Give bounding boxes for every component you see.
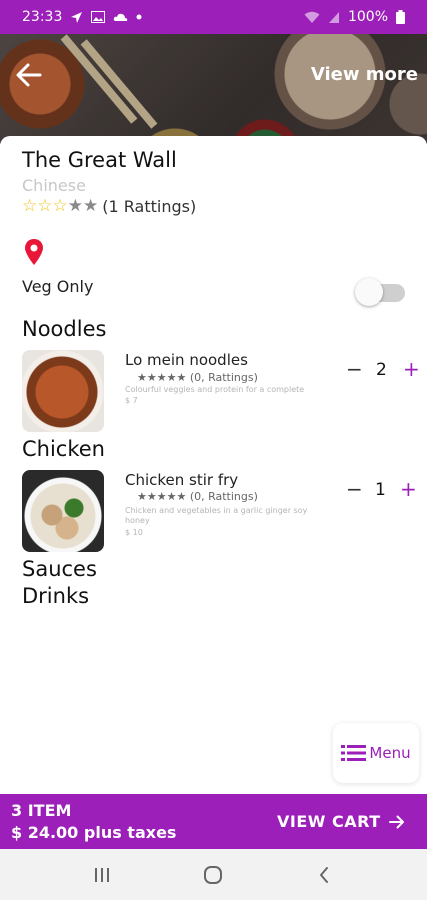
cloud-icon: [114, 13, 128, 21]
quantity-value: 2: [376, 360, 387, 380]
item-stars: ★★★★★: [137, 371, 187, 384]
dot-icon: [136, 14, 142, 20]
star-empty-icon: ★: [67, 196, 83, 216]
increase-quantity-button[interactable]: +: [400, 477, 417, 501]
view-cart-label: VIEW CART: [277, 812, 381, 831]
arrow-right-icon: [388, 815, 404, 828]
item-description: Chicken and vegetables in a garlic ginge…: [125, 506, 308, 525]
list-icon: [341, 745, 367, 761]
arrow-left-icon[interactable]: [14, 60, 44, 90]
battery-icon: [396, 10, 405, 24]
navigation-icon: [71, 11, 83, 23]
star-filled-icon: ☆: [22, 196, 38, 216]
rating-count: (1 Rattings): [102, 197, 197, 216]
item-description: Colourful veggies and protein for a comp…: [125, 385, 305, 394]
star-empty-icon: ★: [83, 196, 99, 216]
restaurant-name: The Great Wall: [22, 148, 177, 172]
restaurant-rating: ☆ ☆ ☆ ★ ★ (1 Rattings): [22, 197, 196, 216]
chevron-left-icon: [320, 867, 328, 883]
section-title-sauces[interactable]: Sauces: [22, 557, 97, 581]
item-name[interactable]: Chicken stir fry: [125, 471, 238, 489]
battery-percent: 100%: [347, 9, 388, 25]
cart-bar[interactable]: 3 ITEM $ 24.00 plus taxes VIEW CART: [0, 794, 427, 849]
wifi-icon: [304, 11, 320, 23]
home-button[interactable]: [193, 861, 233, 889]
item-rating: ★★★★★ (0, Rattings): [137, 490, 258, 503]
lo-mein-noodles-image[interactable]: [22, 350, 104, 432]
back-button[interactable]: [304, 861, 344, 889]
menu-label: Menu: [369, 744, 411, 762]
star-filled-icon: ☆: [37, 196, 53, 216]
item-rating-count: (0, Rattings): [189, 490, 258, 503]
section-title-drinks[interactable]: Drinks: [22, 584, 89, 608]
gallery-icon: [91, 11, 106, 23]
item-stars: ★★★★★: [137, 490, 187, 503]
star-filled-icon: ☆: [52, 196, 68, 216]
veg-only-toggle[interactable]: [355, 276, 407, 308]
increase-quantity-button[interactable]: +: [403, 357, 420, 381]
home-icon: [204, 866, 222, 884]
item-price: $ 10: [125, 528, 143, 537]
view-cart-button[interactable]: VIEW CART: [277, 812, 405, 831]
cart-item-count: 3 ITEM: [11, 801, 72, 820]
system-navigation-bar: [0, 849, 427, 900]
banner-overlay: [0, 34, 427, 144]
location-pin-icon[interactable]: [24, 238, 44, 266]
recent-apps-button[interactable]: [82, 861, 122, 889]
quantity-value: 1: [375, 480, 386, 500]
decrease-quantity-button[interactable]: −: [346, 477, 363, 501]
view-more-link[interactable]: View more: [311, 64, 418, 85]
restaurant-detail-sheet: [0, 136, 427, 794]
item-rating-count: (0, Rattings): [189, 371, 258, 384]
cart-total: $ 24.00 plus taxes: [11, 823, 177, 842]
signal-icon: [328, 11, 339, 23]
chicken-stir-fry-image[interactable]: [22, 470, 104, 552]
veg-only-label: Veg Only: [22, 277, 94, 296]
restaurant-cuisine: Chinese: [22, 176, 86, 195]
status-time: 23:33: [22, 9, 63, 25]
section-title-noodles[interactable]: Noodles: [22, 317, 106, 341]
decrease-quantity-button[interactable]: −: [346, 357, 363, 381]
item-price: $ 7: [125, 396, 138, 405]
restaurant-banner-image: [0, 34, 427, 144]
section-title-chicken[interactable]: Chicken: [22, 437, 105, 461]
menu-button[interactable]: Menu: [333, 723, 419, 783]
status-bar: 23:33 100%: [0, 0, 427, 34]
recent-apps-icon: [95, 868, 109, 882]
item-rating: ★★★★★ (0, Rattings): [137, 371, 258, 384]
item-name[interactable]: Lo mein noodles: [125, 351, 248, 369]
toggle-knob: [355, 278, 383, 306]
